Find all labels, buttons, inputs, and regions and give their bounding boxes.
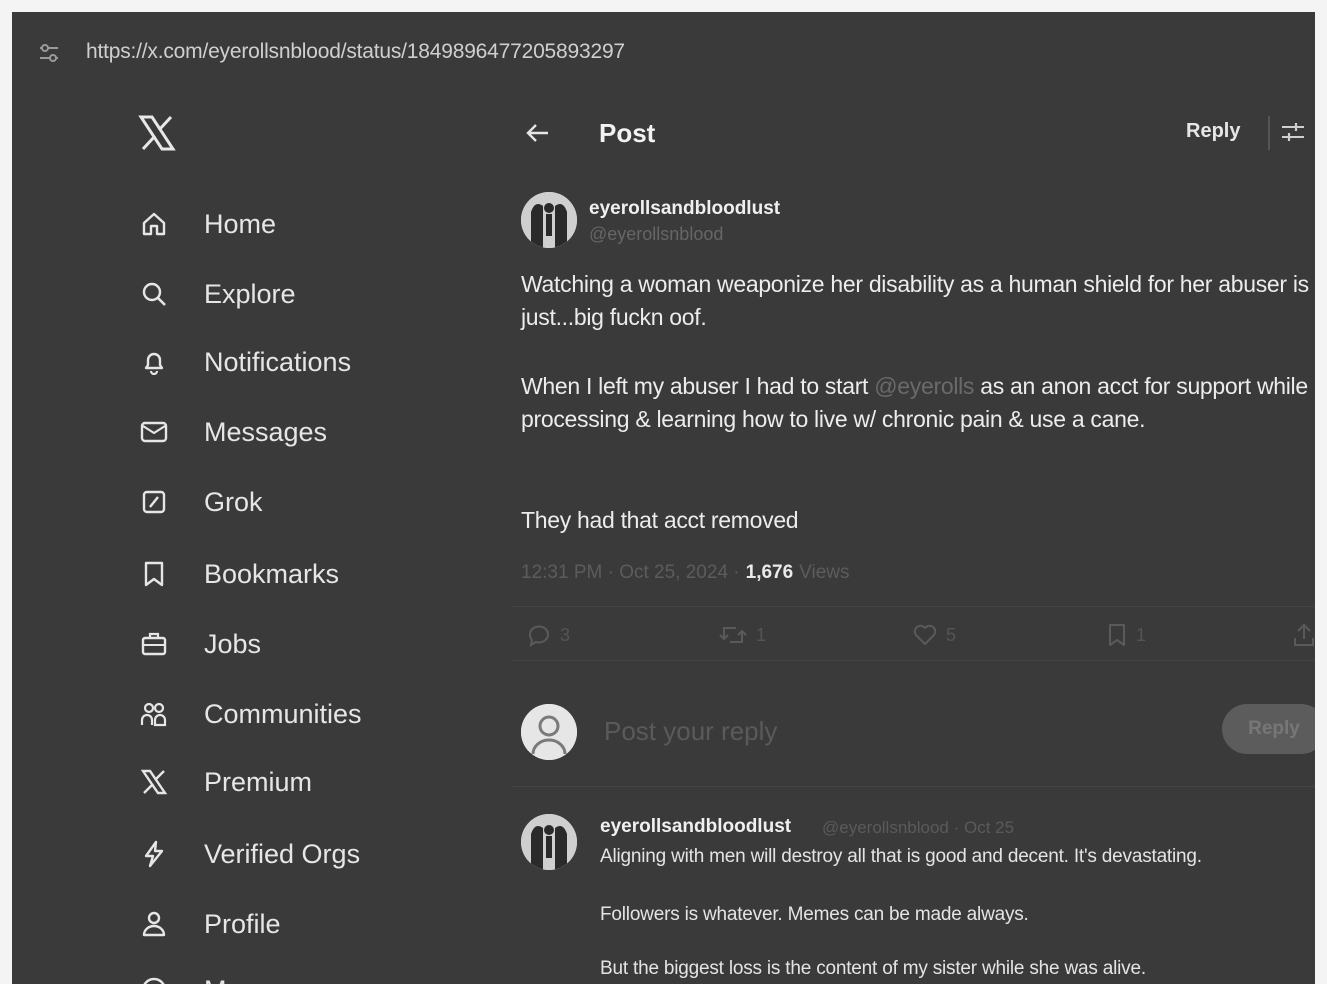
sidebar-item-grok[interactable]: Grok: [134, 478, 263, 526]
divider: [512, 660, 1315, 661]
main-column: Post Reply eyerollsandbloodlust @eyeroll…: [512, 92, 1315, 984]
avatar[interactable]: [521, 192, 577, 248]
repost-count: 1: [756, 624, 767, 645]
share-action[interactable]: [1292, 620, 1315, 650]
sidebar-item-label: Jobs: [204, 628, 262, 659]
back-arrow-icon[interactable]: [522, 120, 552, 146]
views-count: 1,676: [745, 562, 794, 583]
sidebar-item-jobs[interactable]: Jobs: [134, 620, 261, 668]
like-action[interactable]: 5: [912, 620, 956, 650]
like-count: 5: [946, 624, 957, 645]
sidebar-item-label: Verified Orgs: [204, 838, 361, 869]
sidebar-item-communities[interactable]: Communities: [134, 690, 362, 738]
more-icon: [134, 970, 174, 984]
sidebar-item-verified-orgs[interactable]: Verified Orgs: [134, 830, 360, 878]
post-actions: 3 1 5 1: [512, 612, 1315, 656]
x-logo-icon: [134, 762, 174, 802]
post-author-handle[interactable]: @eyerollsnblood: [589, 224, 723, 245]
sidebar-item-label: Notifications: [204, 346, 352, 377]
post-meta: 12:31 PM · Oct 25, 2024 · 1,676 Views: [521, 562, 850, 584]
sidebar-item-bookmarks[interactable]: Bookmarks: [134, 550, 339, 598]
mail-icon: [134, 412, 174, 452]
reply-icon: [528, 625, 549, 647]
mention-link[interactable]: @eyerolls: [874, 373, 974, 399]
sidebar-item-notifications[interactable]: Notifications: [134, 338, 351, 386]
page-title: Post: [599, 118, 656, 148]
sidebar-item-label: Messages: [204, 416, 328, 447]
reply-submit-button[interactable]: Reply: [1222, 704, 1315, 754]
sidebar-item-more[interactable]: More: [134, 966, 266, 984]
share-icon: [1294, 623, 1314, 646]
post-text: When I left my abuser I had to start: [521, 373, 875, 399]
bookmark-action[interactable]: 1: [1106, 620, 1146, 650]
heart-icon: [913, 624, 937, 645]
home-icon: [134, 204, 174, 244]
bookmark-icon: [1109, 624, 1125, 646]
sidebar-item-messages[interactable]: Messages: [134, 408, 327, 456]
bookmark-count: 1: [1136, 624, 1147, 645]
settings-sliders-icon[interactable]: [1280, 119, 1306, 145]
search-icon: [134, 274, 174, 314]
reply-text: Aligning with men will destroy all that …: [600, 846, 1202, 867]
sidebar-item-explore[interactable]: Explore: [134, 270, 296, 318]
bell-icon: [134, 342, 174, 382]
post-author-name[interactable]: eyerollsandbloodlust: [589, 198, 780, 220]
sidebar-item-label: More: [204, 975, 266, 984]
sidebar-item-home[interactable]: Home: [134, 200, 276, 248]
post-paragraph: When I left my abuser I had to start @ey…: [521, 370, 1311, 436]
sidebar-item-label: Profile: [204, 908, 281, 939]
reply-text: But the biggest loss is the content of m…: [600, 958, 1146, 979]
reply-text: Followers is whatever. Memes can be made…: [600, 904, 1029, 925]
post-paragraph: They had that acct removed: [521, 507, 799, 533]
post-timestamp[interactable]: 12:31 PM · Oct 25, 2024 ·: [521, 562, 740, 583]
reply-action[interactable]: 3: [526, 620, 570, 650]
sidebar-item-label: Bookmarks: [204, 558, 340, 589]
sidebar-item-profile[interactable]: Profile: [134, 900, 281, 948]
sidebar-item-label: Home: [204, 208, 277, 239]
repost-action[interactable]: 1: [718, 620, 766, 650]
sidebar-item-label: Explore: [204, 278, 296, 309]
briefcase-icon: [134, 624, 174, 664]
grok-icon: [134, 482, 174, 522]
browser-window: https://x.com/eyerollsnblood/status/1849…: [12, 12, 1315, 984]
repost-icon: [719, 627, 747, 643]
sidebar-item-premium[interactable]: Premium: [134, 758, 312, 806]
divider: [512, 786, 1315, 787]
communities-icon: [134, 694, 174, 734]
sidebar-item-label: Communities: [204, 698, 362, 729]
reply-author-handle[interactable]: @eyerollsnblood · Oct 25: [822, 818, 1014, 838]
site-settings-icon[interactable]: [38, 42, 60, 64]
views-label: Views: [799, 562, 850, 583]
person-icon: [134, 904, 174, 944]
x-logo-icon[interactable]: [138, 114, 176, 152]
sidebar-item-label: Premium: [204, 766, 313, 797]
reply-author-name[interactable]: eyerollsandbloodlust: [600, 816, 791, 838]
url-text[interactable]: https://x.com/eyerollsnblood/status/1849…: [86, 40, 625, 64]
sidebar-item-label: Grok: [204, 486, 263, 517]
lightning-icon: [134, 834, 174, 874]
header-reply-button[interactable]: Reply: [1186, 120, 1240, 143]
avatar[interactable]: [521, 704, 577, 760]
header-divider: [1268, 116, 1270, 150]
address-bar[interactable]: https://x.com/eyerollsnblood/status/1849…: [12, 12, 1315, 92]
reply-count: 3: [560, 624, 571, 645]
post-paragraph: Watching a woman weaponize her disabilit…: [521, 271, 1309, 330]
sidebar: Home Explore Notifications Messages Grok: [12, 92, 492, 984]
bookmark-icon: [134, 554, 174, 594]
reply-input[interactable]: Post your reply: [604, 716, 777, 747]
avatar[interactable]: [521, 814, 577, 870]
divider: [512, 606, 1315, 607]
